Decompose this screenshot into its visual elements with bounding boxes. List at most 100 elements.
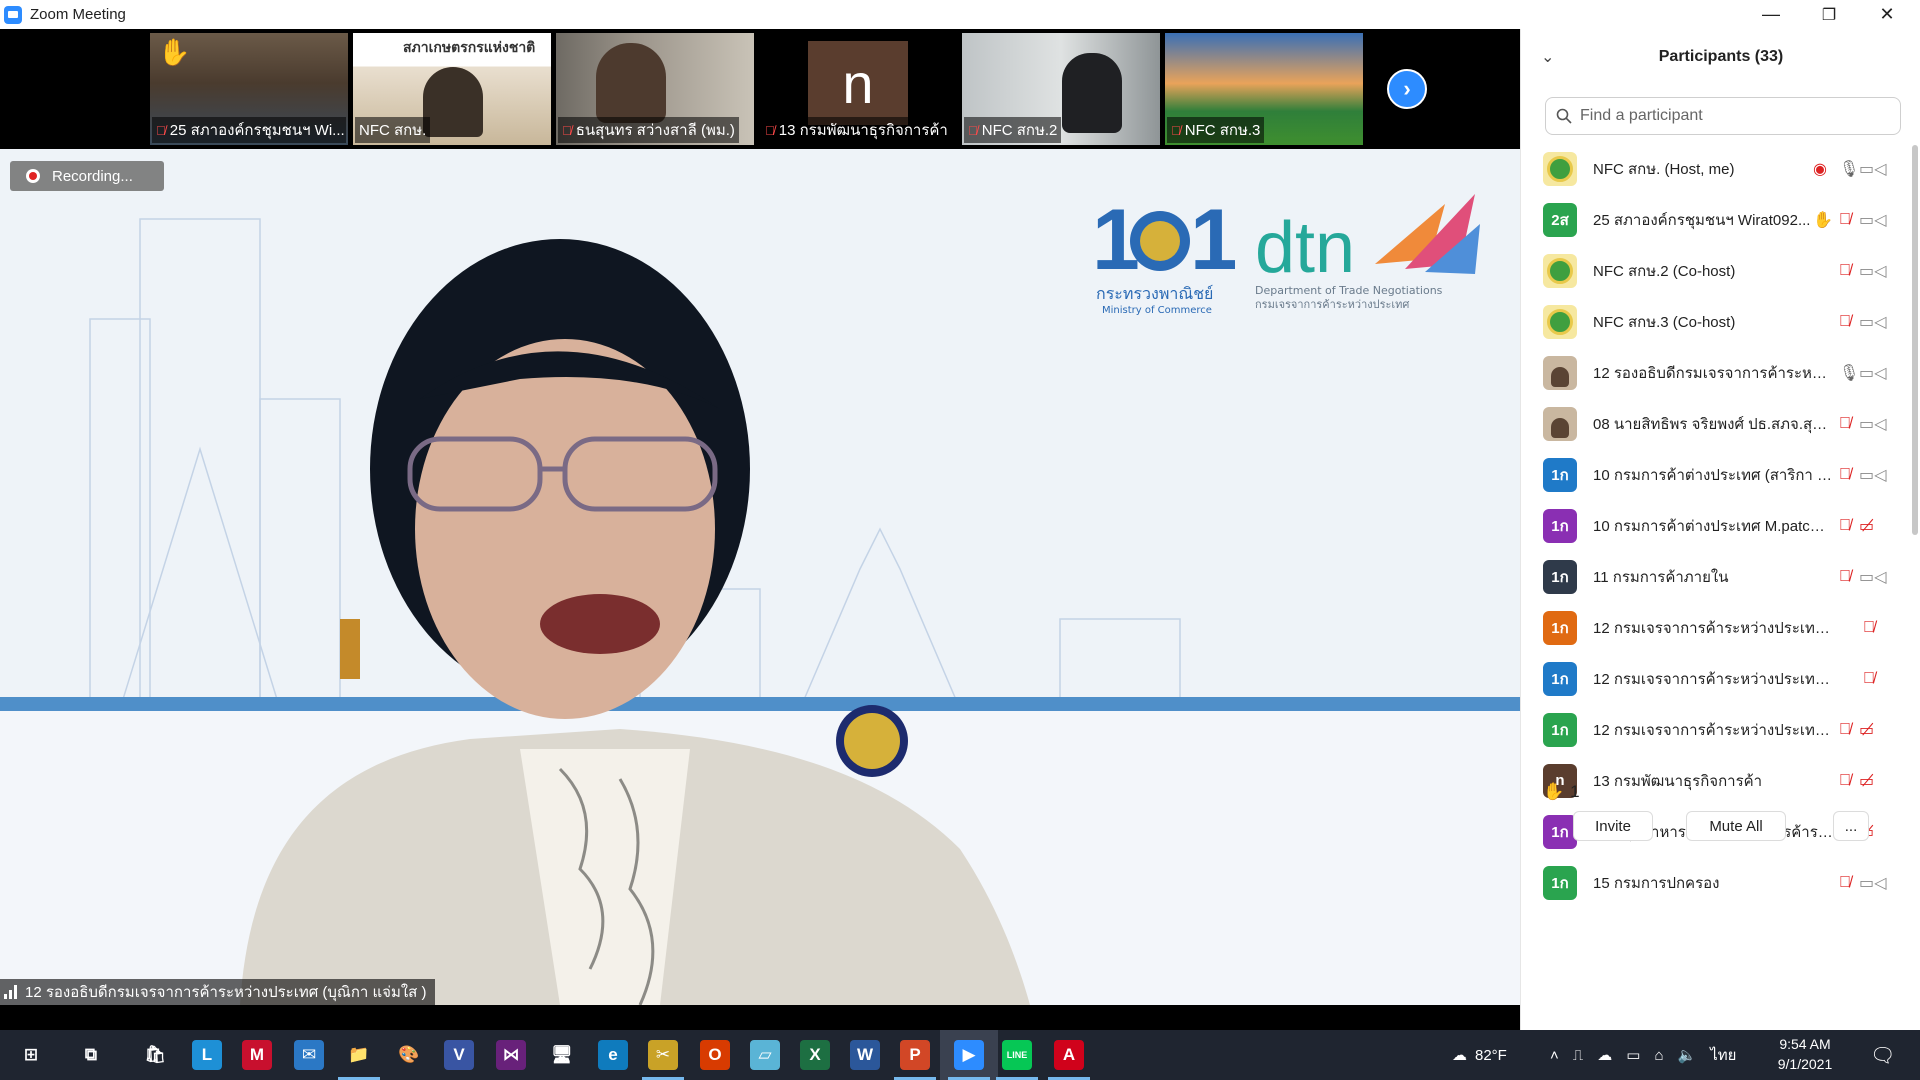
participant-search[interactable]: [1545, 97, 1901, 135]
logo-moc-sub: Ministry of Commerce: [1102, 305, 1212, 316]
participant-row[interactable]: 1ก 12 กรมเจรจาการค้าระหว่างประเทศ (Chonti…: [1521, 653, 1911, 704]
microphone-muted-icon[interactable]: 🎙̸: [1839, 874, 1851, 892]
participant-row[interactable]: 1ก 10 กรมการค้าต่างประเทศ M.patcharin 🎙̸ ▭̸: [1521, 500, 1911, 551]
taskbar-remote-desktop-icon[interactable]: 🖥: [533, 1030, 591, 1080]
participants-panel: ⌄ Participants (33) NFC สกษ. (Host, me) ◉…: [1520, 29, 1920, 1030]
input-language[interactable]: ไทย: [1710, 1043, 1736, 1067]
microphone-muted-icon[interactable]: 🎙̸: [1839, 262, 1851, 280]
logo-dtn-thai: กรมเจรจาการค้าระหว่างประเทศ: [1255, 298, 1409, 311]
windows-taskbar: ☁ 82°F ˄ ⎍ ☁ ▭ ⌂ 🔈 ไทย 9:54 AM 9/1/2021 …: [0, 1030, 1920, 1080]
taskbar-mcafee-icon[interactable]: M: [228, 1030, 286, 1080]
microphone-icon[interactable]: 🎙: [1839, 159, 1859, 179]
search-input[interactable]: [1580, 107, 1880, 125]
taskbar-start-icon[interactable]: ⊞: [2, 1030, 60, 1080]
participant-row[interactable]: NFC สกษ.3 (Co-host) 🎙̸ ▭◁: [1521, 296, 1911, 347]
office-glyph: O: [700, 1040, 730, 1070]
taskbar-visual-studio-icon[interactable]: ⋈: [482, 1030, 540, 1080]
clock-time: 9:54 AM: [1779, 1036, 1831, 1052]
video-tile[interactable]: 🎙̸ NFC สกษ.2: [962, 33, 1160, 145]
microphone-muted-icon[interactable]: 🎙̸: [1839, 211, 1851, 229]
participant-name: 12 กรมเจรจาการค้าระหว่างประเทศ (Chonti..…: [1593, 670, 1833, 688]
raised-hands-summary: ✋ 1: [1543, 782, 1580, 802]
participant-row[interactable]: 1ก 10 กรมการค้าต่างประเทศ (สาริกา เพพ... 🎙…: [1521, 449, 1911, 500]
microphone-muted-icon[interactable]: 🎙̸: [1839, 772, 1851, 790]
raised-hand-icon[interactable]: ✋: [1813, 210, 1833, 230]
chevron-up-icon[interactable]: ˄: [1550, 1047, 1559, 1064]
participant-name: 15 กรมการปกครอง: [1593, 874, 1720, 892]
participant-list-scrollbar[interactable]: [1911, 143, 1919, 903]
taskbar-snipping-icon[interactable]: ✂: [634, 1030, 692, 1080]
video-off-icon[interactable]: ▭̸: [1859, 771, 1874, 791]
taskbar-powerpoint-icon[interactable]: P: [886, 1030, 944, 1080]
tile-sign-text: สภาเกษตรกรแห่งชาติ: [403, 40, 536, 56]
onedrive-icon[interactable]: ☁: [1597, 1046, 1612, 1064]
participant-row[interactable]: 1ก 11 กรมการค้าภายใน 🎙̸ ▭◁: [1521, 551, 1911, 602]
video-off-icon[interactable]: ▭̸: [1859, 720, 1874, 740]
minimize-button[interactable]: —: [1742, 0, 1800, 29]
video-tile[interactable]: 🎙̸ NFC สกษ.3: [1165, 33, 1363, 145]
start-glyph: ⊞: [23, 1045, 39, 1064]
close-button[interactable]: ✕: [1858, 0, 1916, 29]
participant-row[interactable]: 1ก 12 กรมเจรจาการค้าระหว่างประเทศ Malai_.…: [1521, 602, 1911, 653]
microphone-muted-icon[interactable]: 🎙̸: [1863, 670, 1875, 688]
participant-row[interactable]: 1ก 12 กรมเจรจาการค้าระหว่างประเทศ_กฤ... 🎙̸…: [1521, 704, 1911, 755]
system-clock[interactable]: 9:54 AM 9/1/2021: [1760, 1034, 1850, 1074]
taskbar-task-view-icon[interactable]: ⧉: [62, 1030, 120, 1080]
taskbar-line-icon[interactable]: LINE: [988, 1030, 1046, 1080]
device-icon[interactable]: ⎍: [1573, 1047, 1584, 1064]
microphone-muted-icon[interactable]: 🎙̸: [1839, 721, 1851, 739]
taskbar-visio-icon[interactable]: V: [430, 1030, 488, 1080]
microphone-muted-icon[interactable]: 🎙̸: [1863, 619, 1875, 637]
mute-all-button[interactable]: Mute All: [1686, 811, 1786, 841]
participant-row[interactable]: 12 รองอธิบดีกรมเจรจาการค้าระหว่างประ... 🎙…: [1521, 347, 1911, 398]
active-speaker-label: 12 รองอธิบดีกรมเจรจาการค้าระหว่างประเทศ …: [0, 979, 435, 1005]
microphone-muted-icon[interactable]: 🎙̸: [1839, 568, 1851, 586]
tile-name: 🎙̸ ธนสุนทร สว่างสาลี (พม.): [558, 117, 739, 143]
recording-indicator[interactable]: Recording...: [10, 161, 164, 191]
video-camera-icon[interactable]: ▭◁: [1859, 210, 1886, 230]
next-page-button[interactable]: ›: [1387, 69, 1427, 109]
video-camera-icon[interactable]: ▭◁: [1859, 465, 1886, 485]
video-camera-icon[interactable]: ▭◁: [1859, 159, 1886, 179]
participant-row[interactable]: 08 นายสิทธิพร จริยพงศ์ ปธ.สภจ.สุราษ... 🎙̸…: [1521, 398, 1911, 449]
video-off-icon[interactable]: ▭̸: [1859, 516, 1874, 536]
video-camera-icon[interactable]: ▭◁: [1859, 414, 1886, 434]
video-camera-icon[interactable]: ▭◁: [1859, 567, 1886, 587]
participant-avatar: [1543, 151, 1577, 186]
network-icon[interactable]: ⌂: [1654, 1047, 1663, 1064]
participant-row[interactable]: NFC สกษ. (Host, me) ◉ 🎙 ▭◁: [1521, 143, 1911, 194]
recording-status-icon[interactable]: ◉: [1813, 159, 1827, 179]
participant-row[interactable]: 1ก 15 กรมการปกครอง 🎙̸ ▭◁: [1521, 857, 1911, 903]
weather-widget[interactable]: ☁ 82°F: [1452, 1030, 1507, 1080]
participant-avatar: 2ส: [1543, 202, 1577, 237]
participant-avatar: 1ก: [1543, 661, 1577, 696]
maximize-button[interactable]: ❐: [1800, 0, 1858, 29]
microphone-icon[interactable]: 🎙: [1839, 363, 1859, 383]
video-tile[interactable]: ✋ 🎙̸ 25 สภาองค์กรชุมชนฯ Wi...: [150, 33, 348, 145]
video-camera-icon[interactable]: ▭◁: [1859, 261, 1886, 281]
microphone-muted-icon[interactable]: 🎙̸: [1839, 313, 1851, 331]
video-tile[interactable]: n 🎙̸ 13 กรมพัฒนาธุรกิจการค้า: [759, 33, 957, 145]
video-camera-icon[interactable]: ▭◁: [1859, 363, 1886, 383]
video-tile[interactable]: สภาเกษตรกรแห่งชาติ NFC สกษ.: [353, 33, 551, 145]
microphone-muted-icon[interactable]: 🎙̸: [1839, 466, 1851, 484]
video-camera-icon[interactable]: ▭◁: [1859, 312, 1886, 332]
l-app-glyph: L: [192, 1040, 222, 1070]
invite-button[interactable]: Invite: [1573, 811, 1653, 841]
system-tray: ˄ ⎍ ☁ ▭ ⌂ 🔈 ไทย: [1550, 1030, 1736, 1080]
video-camera-icon[interactable]: ▭◁: [1859, 873, 1886, 893]
taskbar-acrobat-icon[interactable]: A: [1040, 1030, 1098, 1080]
microphone-muted-icon[interactable]: 🎙̸: [1839, 517, 1851, 535]
volume-icon[interactable]: 🔈: [1678, 1046, 1697, 1064]
participant-row[interactable]: 2ส 25 สภาองค์กรชุมชนฯ Wirat092... ✋ 🎙̸ ▭◁: [1521, 194, 1911, 245]
notification-icon[interactable]: 🗨: [1870, 1030, 1895, 1080]
more-options-button[interactable]: ...: [1833, 811, 1869, 841]
microphone-muted-icon[interactable]: 🎙̸: [1839, 415, 1851, 433]
participant-row[interactable]: NFC สกษ.2 (Co-host) 🎙̸ ▭◁: [1521, 245, 1911, 296]
participant-name: 25 สภาองค์กรชุมชนฯ Wirat092...: [1593, 211, 1811, 229]
battery-icon[interactable]: ▭: [1626, 1046, 1640, 1064]
video-tile[interactable]: 🎙̸ ธนสุนทร สว่างสาลี (พม.): [556, 33, 754, 145]
participant-avatar: [1543, 355, 1577, 390]
taskbar-store-icon[interactable]: 🛍: [126, 1030, 184, 1080]
excel-glyph: X: [800, 1040, 830, 1070]
